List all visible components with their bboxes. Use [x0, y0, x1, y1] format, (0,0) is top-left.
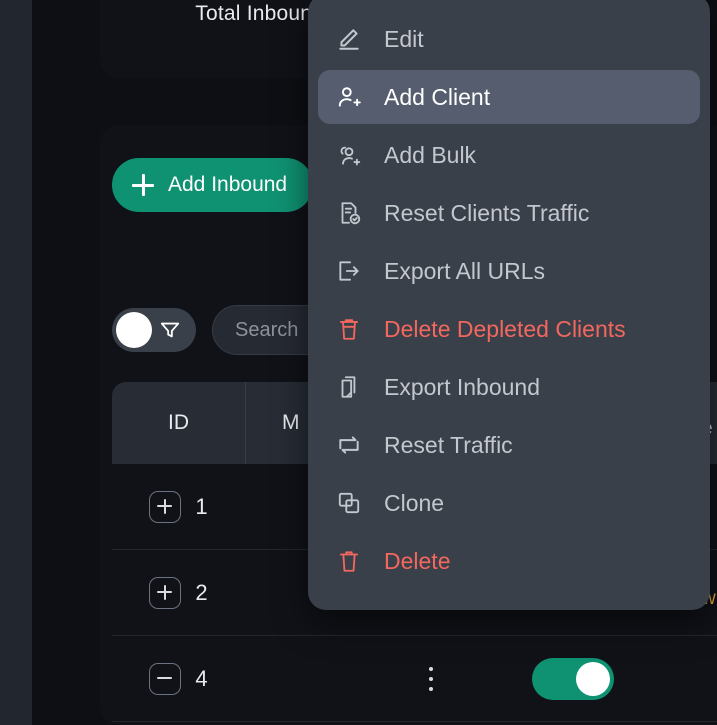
collapse-row-button[interactable] [149, 662, 182, 695]
repeat-icon [336, 432, 362, 458]
menu-item-export-all-urls[interactable]: Export All URLs [318, 244, 700, 298]
menu-item-delete[interactable]: Delete [318, 534, 700, 588]
plus-icon [132, 174, 154, 196]
add-inbound-label: Add Inbound [168, 173, 288, 196]
row-enable-toggle-knob [576, 661, 610, 696]
user-plus-icon [336, 84, 362, 110]
row-actions-kebab-icon[interactable] [425, 663, 437, 695]
row-enable-toggle[interactable] [532, 657, 614, 700]
menu-item-label: Reset Traffic [384, 431, 513, 458]
filter-toggle-knob [116, 312, 152, 348]
users-plus-icon [336, 142, 362, 168]
trash-icon [336, 548, 362, 574]
app-root: Total Inbounds Add Inbound ID M 1 [0, 0, 717, 725]
menu-item-label: Delete [384, 547, 451, 574]
copy-file-icon [336, 374, 362, 400]
menu-item-clone[interactable]: Clone [318, 476, 700, 530]
sidebar-strip [0, 0, 32, 725]
row-id-cell: 1 [112, 490, 245, 523]
trash-lid-icon [336, 316, 362, 342]
menu-item-label: Add Bulk [384, 141, 477, 168]
clone-squares-icon [336, 490, 362, 516]
add-inbound-button[interactable]: Add Inbound [112, 158, 314, 212]
menu-item-label: Add Client [384, 83, 491, 110]
column-header-id[interactable]: ID [112, 382, 245, 464]
funnel-icon [160, 322, 180, 338]
menu-item-label: Delete Depleted Clients [384, 315, 626, 342]
expand-row-button[interactable] [149, 490, 182, 523]
pencil-icon [336, 26, 362, 52]
export-arrow-icon [336, 258, 362, 284]
row-id-value: 4 [195, 665, 208, 691]
menu-item-reset-clients-traffic[interactable]: Reset Clients Traffic [318, 186, 700, 240]
inbound-context-menu: Edit Add Client Add Bulk Reset Clients T… [308, 0, 710, 610]
table-row[interactable]: 4 [112, 636, 717, 722]
menu-item-label: Export All URLs [384, 257, 546, 284]
menu-item-add-client[interactable]: Add Client [318, 70, 700, 124]
row-id-value: 1 [195, 493, 208, 519]
file-check-icon [336, 200, 362, 226]
row-id-cell: 2 [112, 576, 245, 609]
row-id-cell: 4 [112, 662, 245, 695]
menu-item-label: Clone [384, 489, 445, 516]
menu-item-add-bulk[interactable]: Add Bulk [318, 128, 700, 182]
menu-item-label: Export Inbound [384, 373, 541, 400]
row-id-value: 2 [195, 579, 208, 605]
menu-item-edit[interactable]: Edit [318, 12, 700, 66]
menu-item-export-inbound[interactable]: Export Inbound [318, 360, 700, 414]
menu-item-label: Edit [384, 25, 424, 52]
filter-toggle[interactable] [112, 308, 196, 352]
menu-item-delete-depleted-clients[interactable]: Delete Depleted Clients [318, 302, 700, 356]
expand-row-button[interactable] [149, 576, 182, 609]
menu-item-label: Reset Clients Traffic [384, 199, 590, 226]
menu-item-reset-traffic[interactable]: Reset Traffic [318, 418, 700, 472]
